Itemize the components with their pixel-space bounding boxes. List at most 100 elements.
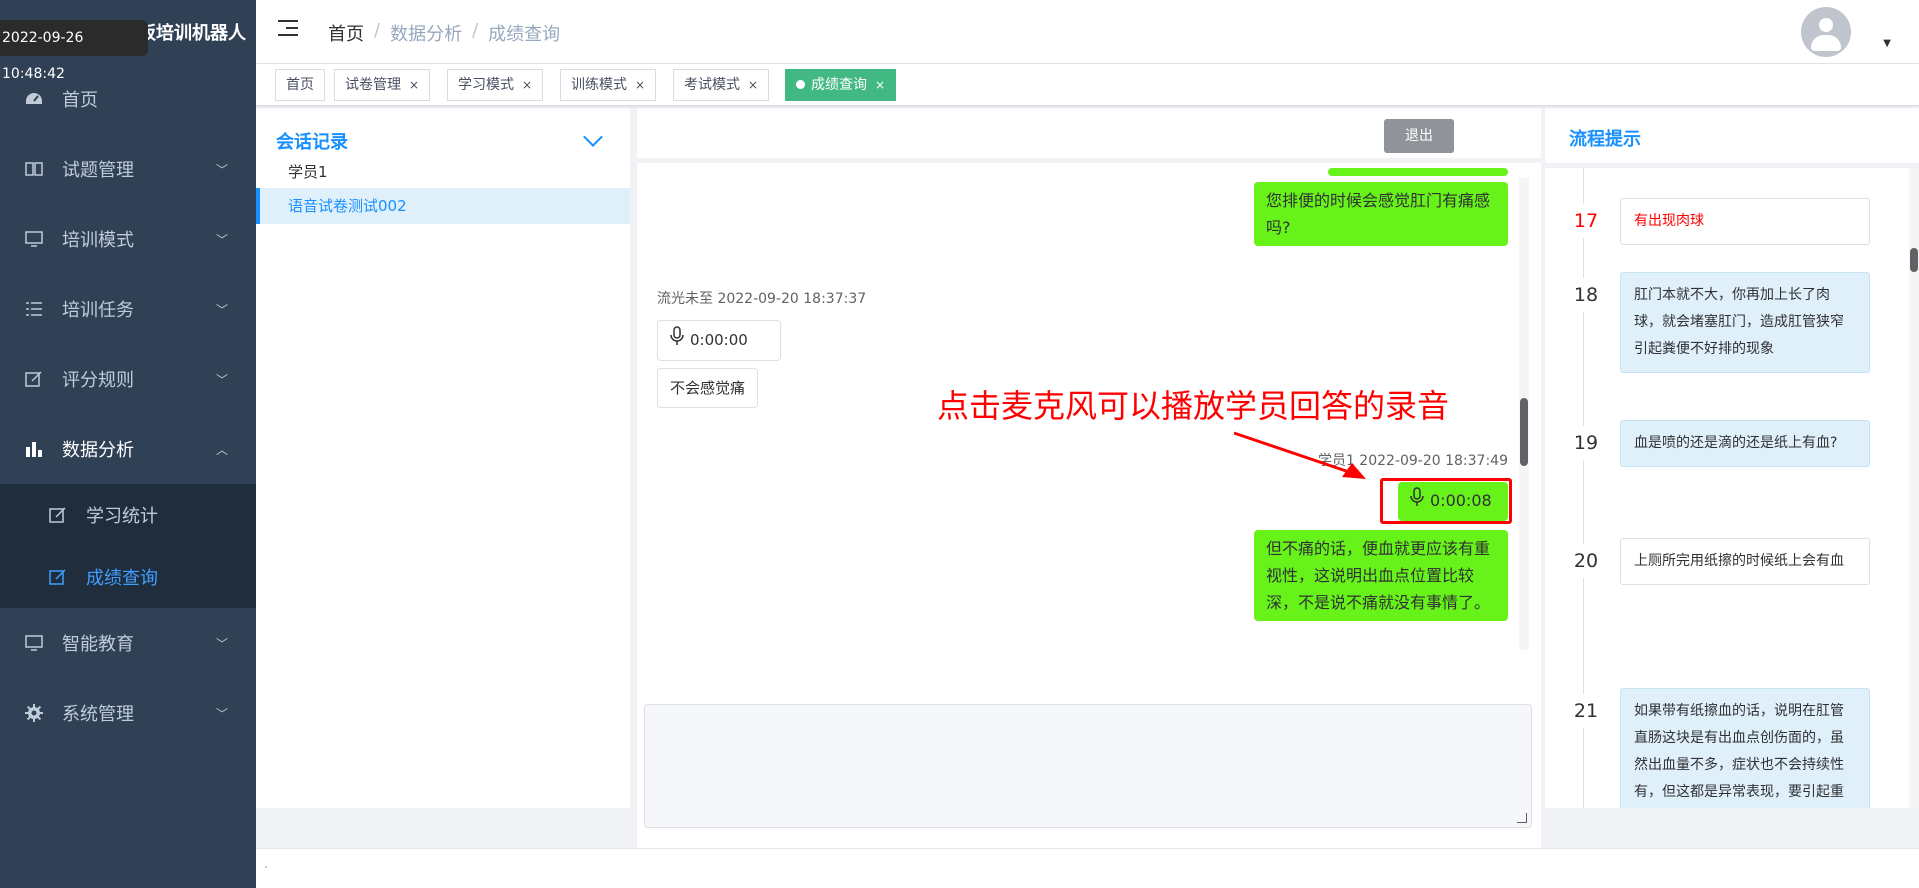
audio-message[interactable]: 0:00:00 <box>657 320 781 361</box>
close-icon[interactable]: × <box>875 78 885 92</box>
scrollbar-thumb[interactable] <box>1910 248 1918 272</box>
avatar[interactable] <box>1801 7 1851 57</box>
scrollbar[interactable] <box>1909 168 1919 808</box>
microphone-icon[interactable] <box>670 322 684 360</box>
message-meta: 流光未至 2022-09-20 18:37:37 <box>657 291 867 307</box>
step-number: 18 <box>1571 278 1601 312</box>
tag-study-mode[interactable]: 学习模式 × <box>447 69 544 101</box>
sidebar-item-scoring-rules[interactable]: 评分规则 ﹀ <box>0 344 256 414</box>
close-icon[interactable]: × <box>522 78 532 92</box>
breadcrumb: 首页 / 数据分析 / 成绩查询 <box>328 20 560 46</box>
message-bubble-question: 但不痛的话，便血就更应该有重视性，这说明出血点位置比较深，不是说不痛就没有事情了… <box>1254 530 1508 621</box>
step-card[interactable]: 如果带有纸擦血的话，说明在肛管直肠这块是有出血点创伤面的，虽然出血量不多，症状也… <box>1620 688 1870 808</box>
close-icon[interactable]: × <box>409 78 419 92</box>
breadcrumb-page: 成绩查询 <box>488 24 561 45</box>
sidebar-item-score-query[interactable]: 成绩查询 <box>0 546 256 608</box>
message-bubble-partial <box>1328 168 1508 176</box>
annotation-text: 点击麦克风可以播放学员回答的录音 <box>937 387 1450 425</box>
sidebar-item-label: 评分规则 <box>62 370 134 391</box>
tag-paper-management[interactable]: 试卷管理 × <box>334 69 431 101</box>
sidebar-item-label: 培训模式 <box>62 230 134 251</box>
sidebar-item-study-statistics[interactable]: 学习统计 <box>0 484 256 546</box>
sidebar-item-label: 培训任务 <box>62 300 134 321</box>
tag-label: 训练模式 <box>571 77 627 93</box>
annotation-arrow-icon <box>1233 431 1366 479</box>
dashboard-icon <box>24 89 44 109</box>
tag-label: 试卷管理 <box>345 77 401 93</box>
chart-icon <box>24 439 44 459</box>
edit-icon <box>24 369 44 389</box>
tags-view: 首页 试卷管理 × 学习模式 × 训练模式 × 考试模式 × 成绩查询 × <box>256 64 1919 106</box>
breadcrumb-section: 数据分析 <box>390 24 463 45</box>
process-hints-title: 流程提示 <box>1569 129 1641 150</box>
chevron-up-icon: ︿ <box>215 442 228 457</box>
chevron-down-icon: ﹀ <box>215 162 228 177</box>
tag-label: 首页 <box>286 77 314 93</box>
sidebar-item-label: 成绩查询 <box>86 568 158 589</box>
list-icon <box>24 299 44 319</box>
scrollbar-thumb[interactable] <box>1520 398 1528 466</box>
steps-list: 17 有出现肉球 18 肛门本就不大，你再加上长了肉球，就会堵塞肛门，造成肛管狭… <box>1545 168 1919 808</box>
message-bubble-question: 您排便的时候会感觉肛门有痛感吗? <box>1254 182 1508 246</box>
close-icon[interactable]: × <box>748 78 758 92</box>
tag-exam-mode[interactable]: 考试模式 × <box>673 69 770 101</box>
sidebar-item-system-management[interactable]: 系统管理 ﹀ <box>0 678 256 748</box>
sidebar-item-training-mode[interactable]: 培训模式 ﹀ <box>0 204 256 274</box>
chat-messages: 您排便的时候会感觉肛门有痛感吗? 流光未至 2022-09-20 18:37:3… <box>637 168 1541 750</box>
step-card[interactable]: 有出现肉球 <box>1620 198 1870 245</box>
top-navbar: 首页 / 数据分析 / 成绩查询 ▼ <box>256 0 1919 64</box>
chevron-down-icon[interactable] <box>583 127 603 147</box>
footer: . <box>256 848 1919 888</box>
chat-toolbar: 退出 <box>637 108 1541 163</box>
book-icon <box>24 159 44 179</box>
step-card[interactable]: 肛门本就不大，你再加上长了肉球，就会堵塞肛门，造成肛管狭窄引起粪便不好排的现象 <box>1620 272 1870 373</box>
breadcrumb-separator: / <box>472 20 479 41</box>
chevron-down-icon: ﹀ <box>215 302 228 317</box>
tag-home[interactable]: 首页 <box>275 69 325 101</box>
chevron-down-icon: ﹀ <box>215 372 228 387</box>
process-hints-panel: 流程提示 17 有出现肉球 18 肛门本就不大，你再加上长了肉球，就会堵塞肛门，… <box>1545 108 1919 808</box>
caret-down-icon[interactable]: ▼ <box>1883 38 1891 49</box>
session-records-panel: 会话记录 学员1 语音试卷测试002 <box>256 108 630 808</box>
breadcrumb-home[interactable]: 首页 <box>328 20 364 46</box>
resize-handle-icon[interactable] <box>1517 813 1527 823</box>
reply-textarea[interactable] <box>644 704 1532 828</box>
monitor-icon <box>24 633 44 653</box>
edit-icon <box>48 505 68 525</box>
tag-label: 学习模式 <box>458 77 514 93</box>
sidebar-item-question-management[interactable]: 试题管理 ﹀ <box>0 134 256 204</box>
scrollbar[interactable] <box>1519 178 1529 650</box>
sidebar-item-data-analysis[interactable]: 数据分析 ︿ <box>0 414 256 484</box>
step-number: 19 <box>1571 426 1601 460</box>
session-item[interactable]: 学员1 <box>256 154 630 190</box>
tag-label: 成绩查询 <box>811 77 867 93</box>
step-card[interactable]: 血是喷的还是滴的还是纸上有血? <box>1620 420 1870 467</box>
sidebar-item-label: 首页 <box>62 90 98 111</box>
message-bubble-answer: 不会感觉痛 <box>657 368 759 408</box>
active-dot-icon <box>796 80 805 89</box>
tag-training-mode[interactable]: 训练模式 × <box>560 69 657 101</box>
step-card[interactable]: 上厕所完用纸擦的时候纸上会有血 <box>1620 538 1870 585</box>
sidebar-item-label: 数据分析 <box>62 440 134 461</box>
timestamp-tooltip: 2022-09-26 10:48:42 <box>0 20 148 82</box>
annotation-highlight-box <box>1380 478 1512 524</box>
chevron-down-icon: ﹀ <box>215 706 228 721</box>
sidebar-item-label: 智能教育 <box>62 634 134 655</box>
close-icon[interactable]: × <box>635 78 645 92</box>
exit-button[interactable]: 退出 <box>1384 119 1454 153</box>
sidebar-item-smart-education[interactable]: 智能教育 ﹀ <box>0 608 256 678</box>
gear-icon <box>24 703 44 723</box>
session-item-selected[interactable]: 语音试卷测试002 <box>256 188 630 224</box>
sidebar-item-training-tasks[interactable]: 培训任务 ﹀ <box>0 274 256 344</box>
hamburger-icon[interactable] <box>278 20 298 38</box>
sidebar-item-label: 系统管理 <box>62 704 134 725</box>
submenu-data-analysis: 学习统计 成绩查询 <box>0 484 256 608</box>
tag-score-query[interactable]: 成绩查询 × <box>785 69 897 101</box>
sidebar: 板培训机器人 首页 试题管理 ﹀ 培训模式 ﹀ 培训任务 ﹀ 评分规则 ﹀ 数据… <box>0 0 256 888</box>
step-number: 20 <box>1571 544 1601 578</box>
breadcrumb-separator: / <box>374 20 381 41</box>
sidebar-item-label: 试题管理 <box>62 160 134 181</box>
step-number: 21 <box>1571 694 1601 728</box>
session-records-title: 会话记录 <box>276 132 348 153</box>
tag-label: 考试模式 <box>684 77 740 93</box>
